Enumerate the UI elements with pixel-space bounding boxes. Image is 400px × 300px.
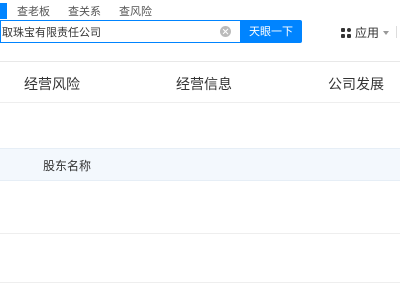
search-tab-boss[interactable]: 查老板	[17, 4, 50, 20]
apps-label: 应用	[355, 26, 380, 40]
search-button[interactable]: 天眼一下	[240, 20, 302, 43]
clear-icon[interactable]	[220, 26, 231, 37]
section-nav: 经营风险 经营信息 公司发展	[0, 62, 400, 103]
apps-grid-icon	[341, 27, 351, 38]
search-input[interactable]	[1, 21, 216, 42]
nav-item-operating-info[interactable]: 经营信息	[176, 74, 232, 94]
caret-down-icon	[383, 30, 390, 35]
table-header-row: 股东名称	[0, 148, 400, 181]
table-row	[0, 181, 400, 234]
search-box	[0, 20, 240, 43]
active-search-tab-indicator	[0, 3, 7, 19]
header-divider	[396, 26, 397, 38]
content-blank-row	[0, 103, 400, 149]
search-header: 查老板 查关系 查风险 天眼一下 应用	[0, 0, 400, 62]
search-tab-risk[interactable]: 查风险	[119, 4, 152, 20]
search-tabs: 查老板 查关系 查风险	[17, 4, 152, 20]
nav-item-company-development[interactable]: 公司发展	[328, 74, 384, 94]
apps-menu[interactable]: 应用	[341, 24, 390, 41]
nav-item-operating-risk[interactable]: 经营风险	[24, 74, 80, 94]
table-row	[0, 234, 400, 283]
search-tab-relations[interactable]: 查关系	[68, 4, 101, 20]
table-header-shareholder-name: 股东名称	[43, 159, 92, 173]
